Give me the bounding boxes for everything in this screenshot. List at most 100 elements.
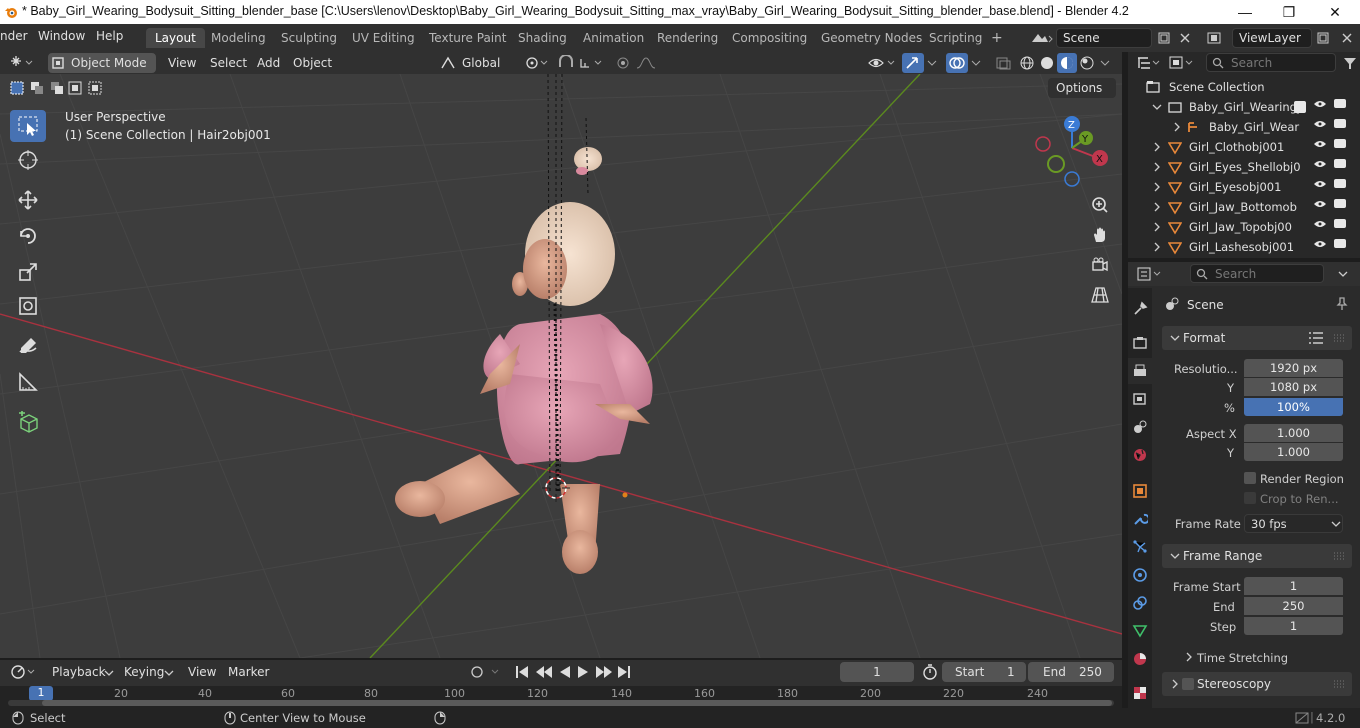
scene-selector-icon[interactable] xyxy=(1030,30,1054,46)
object-menu[interactable]: Object xyxy=(287,54,338,72)
select-menu[interactable]: Select xyxy=(204,54,253,72)
tab-material[interactable] xyxy=(1128,646,1152,672)
tool-transform[interactable] xyxy=(10,290,46,322)
delete-view-layer-icon[interactable] xyxy=(1340,31,1354,45)
collection-exclude-checkbox[interactable] xyxy=(1294,101,1306,113)
auto-keying-icon[interactable] xyxy=(468,664,504,680)
select-subtract-icon[interactable] xyxy=(48,80,68,96)
drag-handle-icon[interactable] xyxy=(1334,679,1346,689)
chevron-down-icon[interactable] xyxy=(1336,267,1350,281)
playhead[interactable]: 1 xyxy=(29,686,53,701)
tab-sculpting[interactable]: Sculpting xyxy=(272,28,346,48)
tool-rotate[interactable] xyxy=(10,220,46,252)
add-workspace-button[interactable]: + xyxy=(982,27,1012,47)
chevron-right-icon[interactable] xyxy=(1172,122,1182,132)
select-new-icon[interactable] xyxy=(8,80,28,96)
maximize-button[interactable]: ❐ xyxy=(1266,2,1312,22)
xray-icon[interactable] xyxy=(994,55,1012,71)
chevron-right-icon[interactable] xyxy=(1152,222,1162,232)
chevron-right-icon[interactable] xyxy=(1152,242,1162,252)
view-layer-field[interactable]: ViewLayer xyxy=(1232,28,1312,48)
snap-target-icon[interactable] xyxy=(578,55,606,71)
list-presets-icon[interactable] xyxy=(1308,331,1324,345)
chevron-right-icon[interactable] xyxy=(1152,142,1162,152)
3d-viewport[interactable]: Z Y X User Perspective (1) Scene Collect… xyxy=(0,74,1122,658)
tab-particles[interactable] xyxy=(1128,534,1152,560)
falloff-icon[interactable] xyxy=(634,55,666,71)
resolution-percent-field[interactable]: 100% xyxy=(1244,398,1343,416)
properties-editor-icon[interactable] xyxy=(1136,266,1164,282)
tab-shading[interactable]: Shading xyxy=(509,28,576,48)
stopwatch-icon[interactable] xyxy=(922,664,938,680)
filter-icon[interactable] xyxy=(1342,55,1358,71)
view-menu[interactable]: View xyxy=(162,54,202,72)
select-intersect-icon[interactable] xyxy=(86,80,106,96)
start-frame-field[interactable]: Start 1 xyxy=(942,662,1026,682)
tool-measure[interactable] xyxy=(10,366,46,398)
chevron-down-icon[interactable] xyxy=(1152,102,1162,112)
frame-rate-dropdown[interactable]: 30 fps xyxy=(1244,514,1343,533)
tool-add-cube[interactable] xyxy=(10,406,46,438)
zoom-view-button[interactable] xyxy=(1087,192,1113,218)
tab-tool[interactable] xyxy=(1128,296,1152,322)
aspect-y-field[interactable]: 1.000 xyxy=(1244,443,1343,461)
stereoscopy-checkbox[interactable] xyxy=(1182,678,1194,690)
time-stretching-panel[interactable]: Time Stretching xyxy=(1197,651,1288,665)
scene-name-field[interactable]: Scene xyxy=(1056,28,1152,48)
tab-animation[interactable]: Animation xyxy=(574,28,653,48)
add-menu[interactable]: Add xyxy=(251,54,286,72)
wireframe-shading-icon[interactable] xyxy=(1018,55,1036,71)
overlay-dropdown-icon[interactable] xyxy=(969,55,983,71)
menu-help[interactable]: Help xyxy=(96,29,123,43)
tab-world[interactable] xyxy=(1128,442,1152,468)
tab-output[interactable] xyxy=(1128,358,1152,384)
tab-view-layer[interactable] xyxy=(1128,386,1152,412)
frame-start-field[interactable]: 1 xyxy=(1244,577,1343,595)
timeline-editor-icon[interactable] xyxy=(10,664,40,680)
chevron-right-icon[interactable] xyxy=(1152,182,1162,192)
tab-physics[interactable] xyxy=(1128,562,1152,588)
keying-menu[interactable]: Keying xyxy=(118,663,170,681)
new-scene-icon[interactable] xyxy=(1157,31,1171,45)
select-invert-icon[interactable] xyxy=(66,80,86,96)
tool-scale[interactable] xyxy=(10,256,46,288)
select-extend-icon[interactable] xyxy=(28,80,48,96)
marker-menu[interactable]: Marker xyxy=(222,663,275,681)
shading-dropdown-icon[interactable] xyxy=(1098,55,1112,71)
menu-render[interactable]: nder xyxy=(0,29,28,43)
close-button[interactable]: ✕ xyxy=(1312,2,1358,22)
tab-data[interactable] xyxy=(1128,618,1152,644)
tool-annotate[interactable] xyxy=(10,330,46,362)
timeline-view-menu[interactable]: View xyxy=(182,663,222,681)
camera-view-button[interactable] xyxy=(1087,252,1113,278)
tab-scripting[interactable]: Scripting xyxy=(920,28,991,48)
display-mode-icon[interactable] xyxy=(1168,55,1196,71)
pan-view-button[interactable] xyxy=(1087,222,1113,248)
chevron-right-icon[interactable] xyxy=(1184,652,1194,662)
frame-end-field[interactable]: 250 xyxy=(1244,597,1343,615)
pivot-point-icon[interactable] xyxy=(524,55,550,71)
visibility-icon[interactable] xyxy=(868,55,898,71)
delete-scene-icon[interactable] xyxy=(1178,31,1192,45)
frame-step-field[interactable]: 1 xyxy=(1244,617,1343,635)
playback-controls[interactable] xyxy=(514,664,632,680)
tab-constraints[interactable] xyxy=(1128,590,1152,616)
gizmo-toggle-button[interactable] xyxy=(902,53,924,73)
view-layer-icon[interactable] xyxy=(1206,30,1230,46)
current-frame-field[interactable]: 1 xyxy=(840,662,914,682)
timeline-scrollbar[interactable] xyxy=(8,700,1114,706)
outliner-restriction-toggles[interactable] xyxy=(1312,97,1354,257)
mode-dropdown[interactable]: Object Mode xyxy=(48,53,156,73)
stereoscopy-panel-header[interactable]: Stereoscopy xyxy=(1162,672,1352,696)
timeline-scrollbar-thumb[interactable] xyxy=(42,700,1112,706)
snap-icon[interactable] xyxy=(556,55,576,71)
resolution-x-field[interactable]: 1920 px xyxy=(1244,359,1343,377)
tool-cursor[interactable] xyxy=(10,144,46,176)
tab-modeling[interactable]: Modeling xyxy=(202,28,275,48)
aspect-x-field[interactable]: 1.000 xyxy=(1244,424,1343,442)
tab-rendering[interactable]: Rendering xyxy=(648,28,727,48)
crop-checkbox[interactable] xyxy=(1244,492,1256,504)
chevron-right-icon[interactable] xyxy=(1152,202,1162,212)
rendered-shading-icon[interactable] xyxy=(1078,55,1096,71)
tool-select-box[interactable] xyxy=(10,110,46,142)
